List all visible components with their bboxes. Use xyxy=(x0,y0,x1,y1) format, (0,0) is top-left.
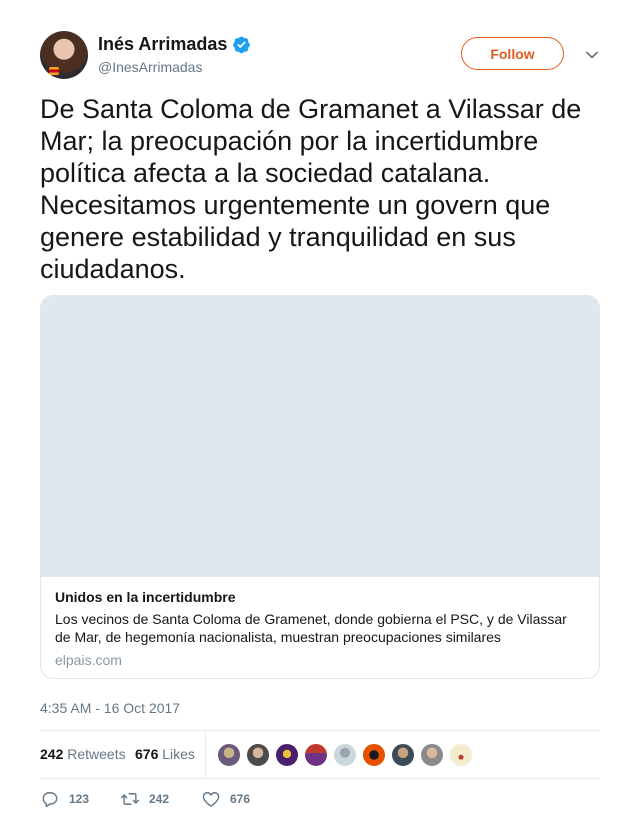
likes-label: Likes xyxy=(162,746,195,762)
link-card[interactable]: Unidos en la incertidumbre Los vecinos d… xyxy=(40,295,600,679)
retweets-count: 242 xyxy=(40,746,64,762)
likes-count: 676 xyxy=(135,746,159,762)
author-handle[interactable]: @InesArrimadas xyxy=(98,59,202,76)
liker-avatar[interactable] xyxy=(420,743,444,767)
retweets-stat[interactable]: 242 Retweets xyxy=(40,746,126,763)
tweet-text: De Santa Coloma de Gramanet a Vilassar d… xyxy=(40,94,582,284)
engagement-stats: 242 Retweets 676 Likes xyxy=(40,730,600,779)
retweet-button[interactable]: 242 xyxy=(120,789,169,809)
liker-avatars xyxy=(217,743,478,767)
liker-avatar[interactable] xyxy=(275,743,299,767)
reply-count: 123 xyxy=(69,792,90,806)
like-button[interactable]: 676 xyxy=(201,789,250,809)
chevron-down-icon[interactable] xyxy=(585,48,599,62)
author-name-row: Inés Arrimadas xyxy=(98,33,251,55)
card-title: Unidos en la incertidumbre xyxy=(55,589,236,605)
tweet-actions: 123 242 676 xyxy=(40,789,600,811)
retweet-count: 242 xyxy=(149,792,170,806)
liker-avatar[interactable] xyxy=(391,743,415,767)
stats-divider xyxy=(205,731,206,778)
like-count: 676 xyxy=(230,792,251,806)
retweets-label: Retweets xyxy=(67,746,126,762)
verified-badge-icon xyxy=(233,36,251,53)
liker-avatar[interactable] xyxy=(333,743,357,767)
author-name[interactable]: Inés Arrimadas xyxy=(98,33,227,55)
follow-button[interactable]: Follow xyxy=(461,37,564,70)
heart-icon xyxy=(202,792,220,807)
reply-icon xyxy=(42,792,58,808)
reply-button[interactable]: 123 xyxy=(40,789,89,809)
retweet-icon xyxy=(120,793,140,805)
flag-badge-icon xyxy=(49,67,59,75)
liker-avatar[interactable] xyxy=(217,743,241,767)
tweet-timestamp[interactable]: 4:35 AM - 16 Oct 2017 xyxy=(40,700,180,717)
card-image[interactable] xyxy=(41,296,599,577)
liker-avatar[interactable] xyxy=(304,743,328,767)
liker-avatar[interactable] xyxy=(246,743,270,767)
author-avatar[interactable] xyxy=(40,31,88,79)
card-description: Los vecinos de Santa Coloma de Gramenet,… xyxy=(55,611,567,645)
liker-avatar[interactable] xyxy=(449,743,473,767)
liker-avatar[interactable] xyxy=(362,743,386,767)
likes-stat[interactable]: 676 Likes xyxy=(135,746,195,763)
card-domain: elpais.com xyxy=(55,652,122,668)
